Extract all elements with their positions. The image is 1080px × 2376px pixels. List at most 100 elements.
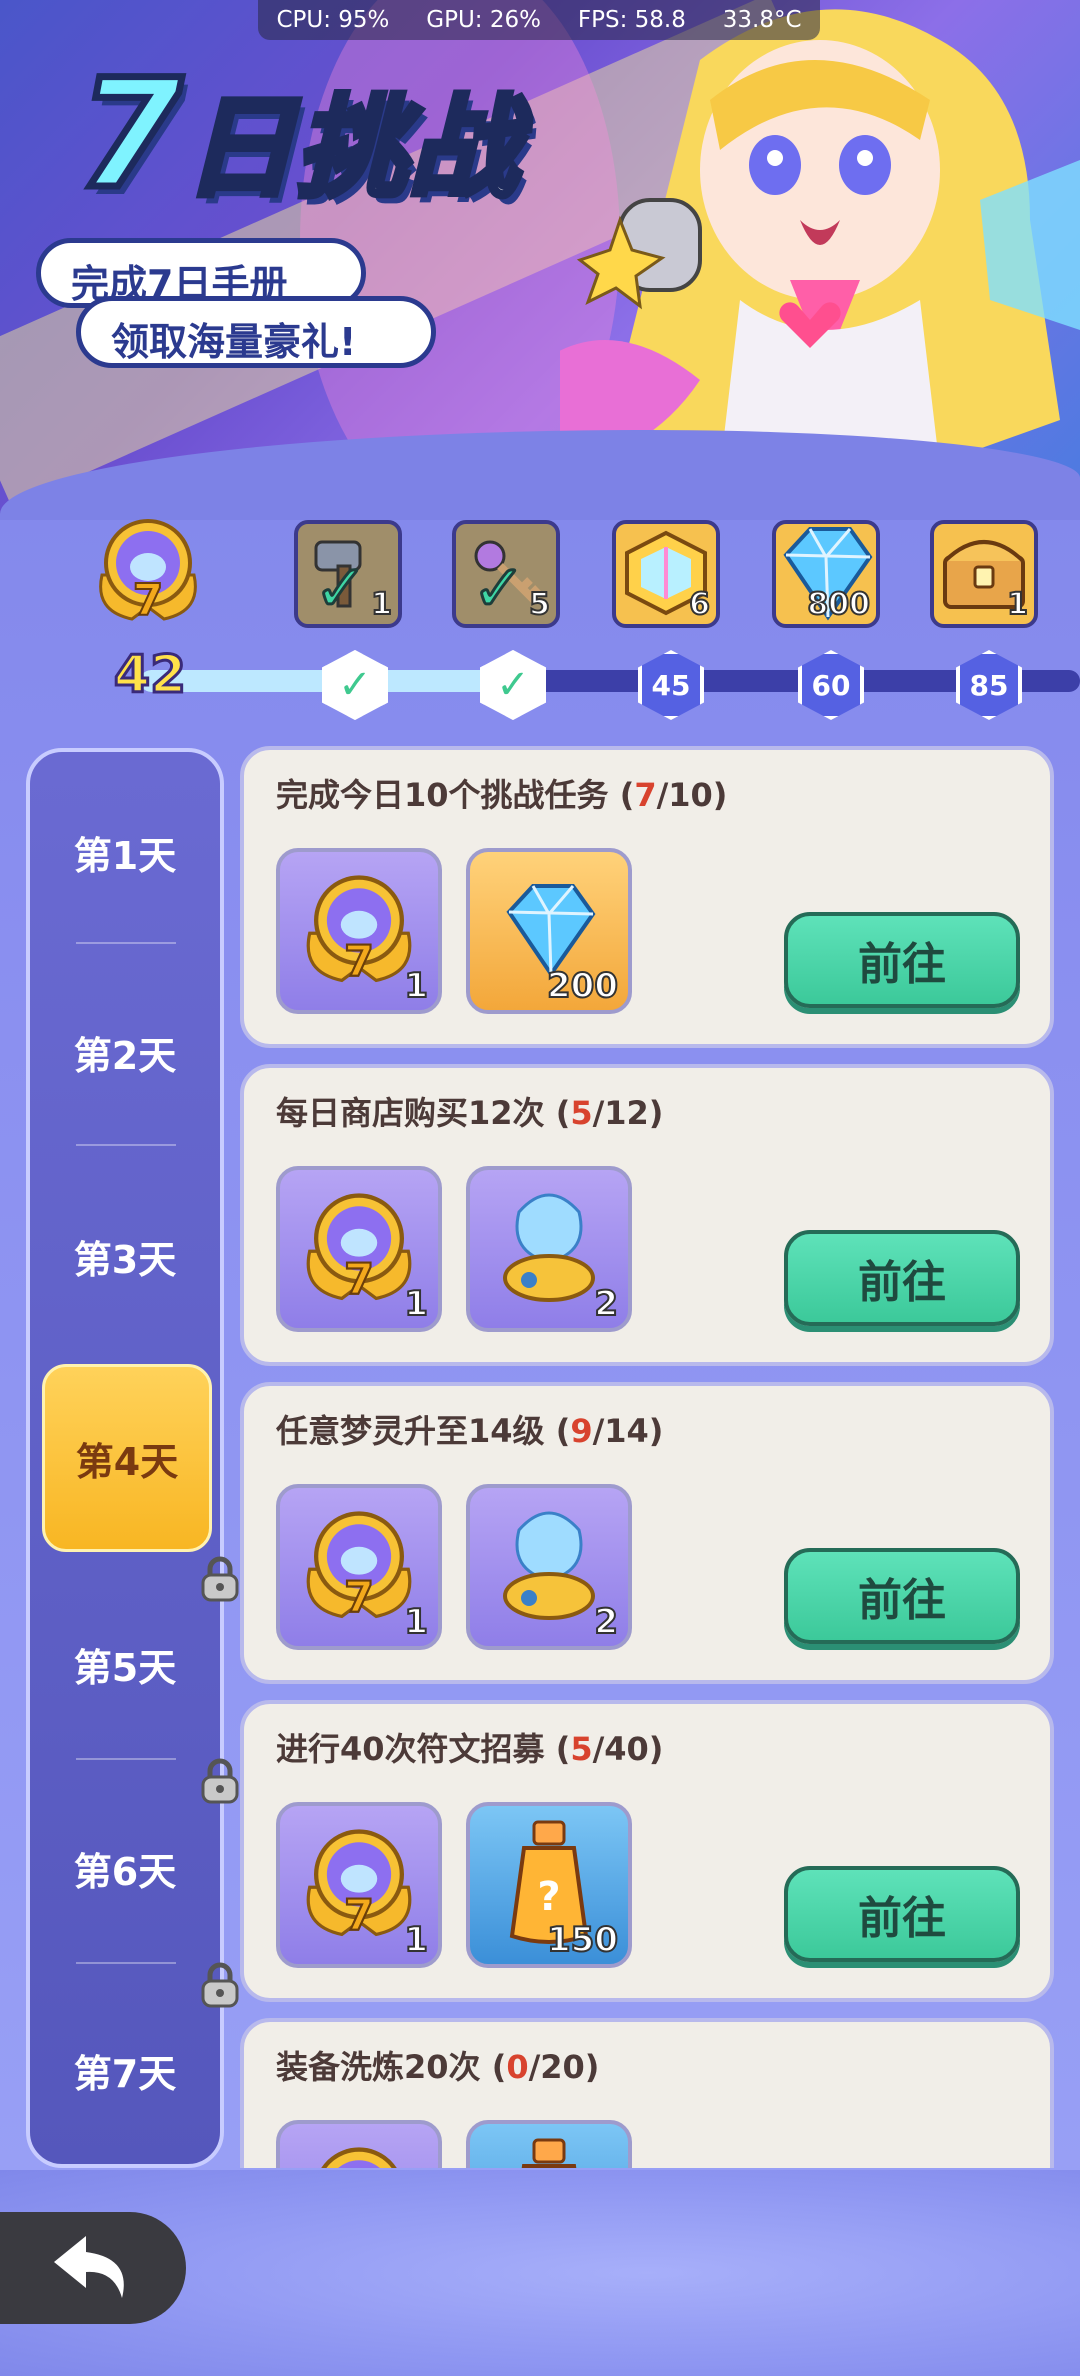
task-progress-total: 10 [668,776,713,814]
task-card: 每日商店购买12次 (5/12) 7 1 2 前往 [240,1064,1054,1366]
reward-item[interactable]: 7 [276,2120,442,2168]
badge-medal-icon: 7 [299,1505,419,1629]
task-progress-done: 9 [570,1412,593,1450]
go-button[interactable]: 前往 [784,912,1020,1008]
task-description: 进行40次符文招募 [276,1730,545,1768]
reward-count: 150 [546,1919,619,1961]
badge-medal-icon: 7 [299,1823,419,1947]
day-tab-4[interactable]: 第4天 [42,1364,212,1552]
banner: 7日挑战 完成7日手册 领取海量豪礼! [0,0,1080,520]
lock-icon [201,1962,239,2008]
go-button[interactable]: 前往 [784,1866,1020,1962]
milestone-reward-3[interactable]: 6 [612,520,720,628]
badge-medal-icon: 7 [299,869,419,993]
task-title: 任意梦灵升至14级 (9/14) [276,1412,664,1450]
day-sidebar: 第1天 第2天 第3天 第4天 第5天 第6天 第7天 [26,748,239,2170]
day-tab-7[interactable]: 第7天 [30,1970,220,2170]
temperature-readout: 33.8°C [722,7,802,33]
milestone-node-label: ✓ [496,662,530,708]
performance-overlay: CPU: 95% GPU: 26% FPS: 58.8 33.8°C [258,0,820,40]
task-progress-done: 7 [634,776,657,814]
reward-count: 1 [1006,586,1029,623]
reward-item[interactable]: 71 [276,1166,442,1332]
day-divider [76,942,176,944]
reward-count: 2 [593,1283,619,1325]
reward-item[interactable]: ? 150 [466,1802,632,1968]
svg-text:7: 7 [344,1891,374,1941]
task-description: 装备洗炼20次 [276,2048,481,2086]
svg-text:?: ? [537,1874,560,1920]
title-number: 7 [74,45,185,226]
milestone-reward-5[interactable]: 1 [930,520,1038,628]
badge-medal-icon: 7 [299,2141,419,2168]
svg-text:7: 7 [344,937,374,987]
reward-count: 5 [528,586,551,623]
task-card: 进行40次符文招募 (5/40) 7 1? 150 前往 [240,1700,1054,2002]
title-text: 日挑战 [181,81,521,215]
reward-item[interactable]: 71 [276,1484,442,1650]
milestone-node-label: 85 [969,668,1009,702]
milestone-reward-4[interactable]: 800 [772,520,880,628]
back-arrow-icon [54,2236,124,2298]
task-card: 装备洗炼20次 (0/20) 7? [240,2018,1054,2168]
reward-item[interactable]: 200 [466,848,632,1014]
spirit-jar-icon [489,1500,609,1634]
task-progress-total: 20 [540,2048,585,2086]
day-divider [76,1758,176,1760]
claimed-check-icon: ✓ [313,551,370,628]
day-tab-1[interactable]: 第1天 [30,752,220,952]
reward-count: 6 [688,586,711,623]
milestone-node-1: ✓ [322,650,388,720]
reward-count: 200 [546,965,619,1007]
back-button[interactable] [0,2212,186,2324]
task-title: 完成今日10个挑战任务 (7/10) [276,776,728,814]
go-button[interactable]: 前往 [784,1548,1020,1644]
task-title: 进行40次符文招募 (5/40) [276,1730,664,1768]
task-progress-done: 5 [570,1730,593,1768]
reward-count: 800 [806,586,871,623]
day-tab-6[interactable]: 第6天 [30,1768,220,1968]
page-title: 7日挑战 [74,45,521,226]
cpu-readout: CPU: 95% [276,7,390,33]
reward-item[interactable]: 2 [466,1484,632,1650]
milestone-node-3: 45 [638,650,704,720]
banner-wave [0,430,1080,520]
potion-bottle-icon: ? [494,2136,604,2168]
task-title: 装备洗炼20次 (0/20) [276,2048,600,2086]
task-list[interactable]: 完成今日10个挑战任务 (7/10) 7 1 200 前往 每日商店购买12次 (5/12… [240,746,1056,2168]
reward-count: 1 [370,586,393,623]
reward-count: 1 [403,1601,429,1643]
task-title: 每日商店购买12次 (5/12) [276,1094,664,1132]
progress-score: 42 [112,644,187,707]
go-button[interactable]: 前往 [784,1230,1020,1326]
reward-item[interactable]: 71 [276,1802,442,1968]
reward-item[interactable]: ? [466,2120,632,2168]
fps-readout: FPS: 58.8 [577,7,686,33]
day-divider [76,1962,176,1964]
reward-item[interactable]: 2 [466,1166,632,1332]
milestone-reward-1[interactable]: ✓ 1 [294,520,402,628]
svg-text:7: 7 [133,575,164,626]
reward-item[interactable]: 71 [276,848,442,1014]
milestone-node-4: 60 [798,650,864,720]
day-tab-3[interactable]: 第3天 [30,1156,220,1356]
gpu-readout: GPU: 26% [426,7,541,33]
claimed-check-icon: ✓ [471,551,528,628]
task-progress-total: 40 [604,1730,649,1768]
milestone-node-5: 85 [956,650,1022,720]
milestone-node-label: 45 [651,668,691,702]
svg-text:7: 7 [344,1573,374,1623]
day-tab-5[interactable]: 第5天 [30,1564,220,1764]
task-card: 任意梦灵升至14级 (9/14) 7 1 2 前往 [240,1382,1054,1684]
day-tab-2[interactable]: 第2天 [30,952,220,1152]
task-description: 完成今日10个挑战任务 [276,776,609,814]
progress-track [140,670,1080,692]
badge-medal-icon: 7 [99,519,197,627]
milestone-node-label: 60 [811,668,851,702]
task-description: 任意梦灵升至14级 [276,1412,545,1450]
reward-count: 1 [403,965,429,1007]
task-card: 完成今日10个挑战任务 (7/10) 7 1 200 前往 [240,746,1054,1048]
lock-icon [201,1758,239,1804]
task-description: 每日商店购买12次 [276,1094,545,1132]
milestone-reward-2[interactable]: ✓ 5 [452,520,560,628]
